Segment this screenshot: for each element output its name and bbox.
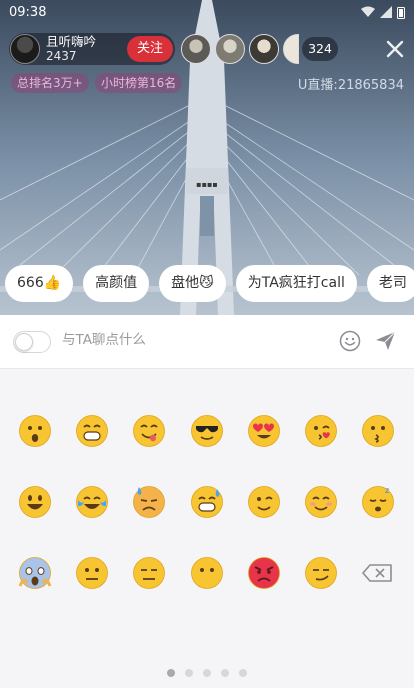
quick-reply-chip[interactable]: 666👍 xyxy=(5,265,74,302)
quick-reply-row: 666👍 高颜值 盘他😼 为TA疯狂打call 老司 xyxy=(5,265,414,302)
svg-text:z: z xyxy=(385,486,389,495)
emoji-cell[interactable] xyxy=(129,482,169,522)
tears-of-joy-icon xyxy=(76,486,109,518)
emoji-keyboard-icon[interactable] xyxy=(339,330,361,352)
hourly-rank-badge[interactable]: 小时榜第16名 xyxy=(95,73,183,93)
quick-reply-chip[interactable]: 高颜值 xyxy=(83,265,150,302)
kissing-icon xyxy=(362,415,395,447)
emoji-cell[interactable] xyxy=(244,482,284,522)
status-bar: 09:38 xyxy=(0,0,414,24)
host-fans-count: 2437 xyxy=(46,49,77,63)
quick-reply-chip[interactable]: 为TA疯狂打call xyxy=(235,265,357,302)
signal-icon xyxy=(380,6,392,18)
emoji-cell[interactable] xyxy=(15,411,55,451)
emoji-cell[interactable] xyxy=(72,482,112,522)
smirking-icon xyxy=(305,557,337,589)
host-avatar[interactable] xyxy=(10,34,40,64)
emoji-cell[interactable] xyxy=(358,411,398,451)
close-icon[interactable] xyxy=(383,37,407,61)
emoji-cell[interactable] xyxy=(301,411,341,451)
no-mouth-icon xyxy=(190,557,223,589)
viewer-avatar[interactable] xyxy=(215,34,245,64)
kissing-heart-icon xyxy=(305,415,337,447)
angry-icon xyxy=(247,557,280,589)
backspace-button[interactable] xyxy=(358,553,398,593)
follow-button[interactable]: 关注 xyxy=(127,36,173,62)
viewer-avatar[interactable] xyxy=(283,34,299,64)
emoji-cell[interactable]: z xyxy=(358,482,398,522)
surprised-icon xyxy=(19,415,51,447)
quick-reply-chip[interactable]: 老司 xyxy=(366,265,414,302)
page-dot[interactable] xyxy=(221,669,229,677)
quick-reply-chip[interactable]: 盘他😼 xyxy=(159,265,226,302)
screaming-icon xyxy=(18,557,52,589)
winking-icon xyxy=(247,486,280,518)
sweat-frown-icon xyxy=(133,486,166,518)
battery-icon xyxy=(397,6,405,19)
status-time: 09:38 xyxy=(9,4,47,20)
yum-icon xyxy=(133,415,166,447)
host-name: 且听嗨吟 xyxy=(46,34,97,49)
toggle-knob xyxy=(15,333,33,351)
emoji-cell[interactable] xyxy=(72,553,112,593)
emoji-cell[interactable] xyxy=(15,482,55,522)
emoji-cell[interactable] xyxy=(244,411,284,451)
emoji-cell[interactable] xyxy=(129,553,169,593)
emoji-cell[interactable] xyxy=(244,553,284,593)
backspace-key-icon xyxy=(362,564,392,582)
emoji-cell[interactable] xyxy=(15,553,55,593)
emoji-cell[interactable] xyxy=(301,553,341,593)
page-dot[interactable] xyxy=(167,669,175,677)
viewer-avatar[interactable] xyxy=(249,34,279,64)
live-room-id: U直播:21865834 xyxy=(297,78,404,93)
chat-input[interactable] xyxy=(62,327,322,353)
grinning-icon xyxy=(76,415,109,447)
page-dot[interactable] xyxy=(203,669,211,677)
emoji-cell[interactable] xyxy=(187,411,227,451)
total-rank-badge[interactable]: 总排名3万+ xyxy=(11,73,89,93)
emoji-cell[interactable] xyxy=(187,482,227,522)
sleeping-icon: z xyxy=(362,486,395,518)
page-dot[interactable] xyxy=(239,669,247,677)
sunglasses-icon xyxy=(190,415,223,447)
send-icon[interactable] xyxy=(374,330,396,352)
page-dot[interactable] xyxy=(185,669,193,677)
viewer-count[interactable]: 324 xyxy=(302,37,338,61)
viewer-avatars[interactable] xyxy=(181,34,299,64)
viewer-avatar[interactable] xyxy=(181,34,211,64)
emoji-cell[interactable] xyxy=(301,482,341,522)
sweat-smile-icon xyxy=(190,486,223,518)
neutral-icon xyxy=(76,557,109,589)
big-smile-icon xyxy=(19,486,51,518)
heart-eyes-icon xyxy=(247,415,280,447)
emoji-cell[interactable] xyxy=(72,411,112,451)
emoji-cell[interactable] xyxy=(129,411,169,451)
blushing-smile-icon xyxy=(305,486,337,518)
emoji-page-indicator xyxy=(167,669,247,677)
svg-text:▪▪▪▪: ▪▪▪▪ xyxy=(196,180,218,189)
host-card[interactable]: 且听嗨吟 2437 关注 xyxy=(9,33,175,65)
emoji-cell[interactable] xyxy=(187,553,227,593)
wifi-icon xyxy=(361,6,375,17)
barrage-toggle[interactable] xyxy=(13,331,51,353)
live-video[interactable]: ▪▪▪▪ 09:38 且听嗨吟 2437 关注 324 总排名3万+ 小时榜第1… xyxy=(0,0,414,315)
expressionless-icon xyxy=(133,557,166,589)
